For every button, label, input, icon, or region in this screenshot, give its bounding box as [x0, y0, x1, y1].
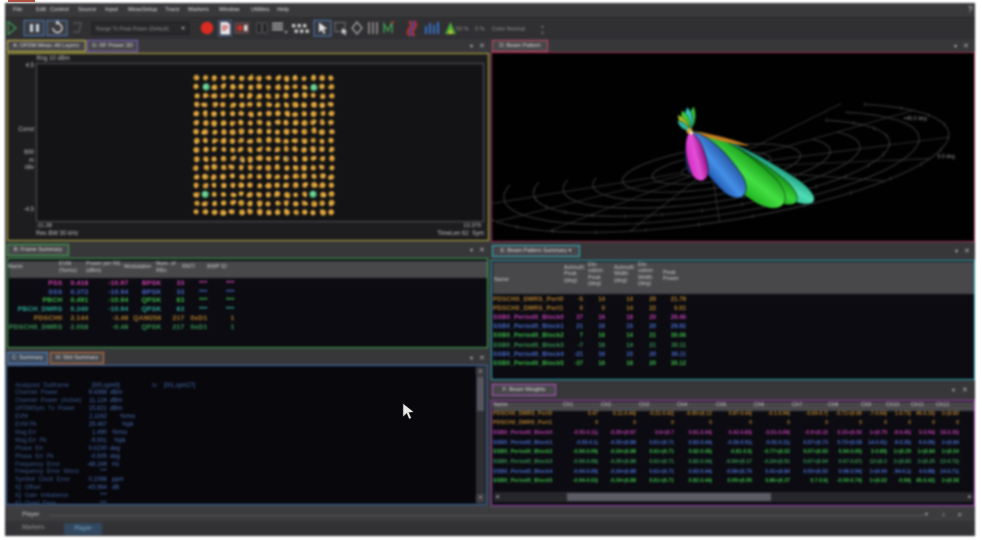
svg-text:0.0 deg: 0.0 deg	[938, 154, 955, 160]
svg-text:+45.0 deg: +45.0 deg	[904, 116, 927, 122]
